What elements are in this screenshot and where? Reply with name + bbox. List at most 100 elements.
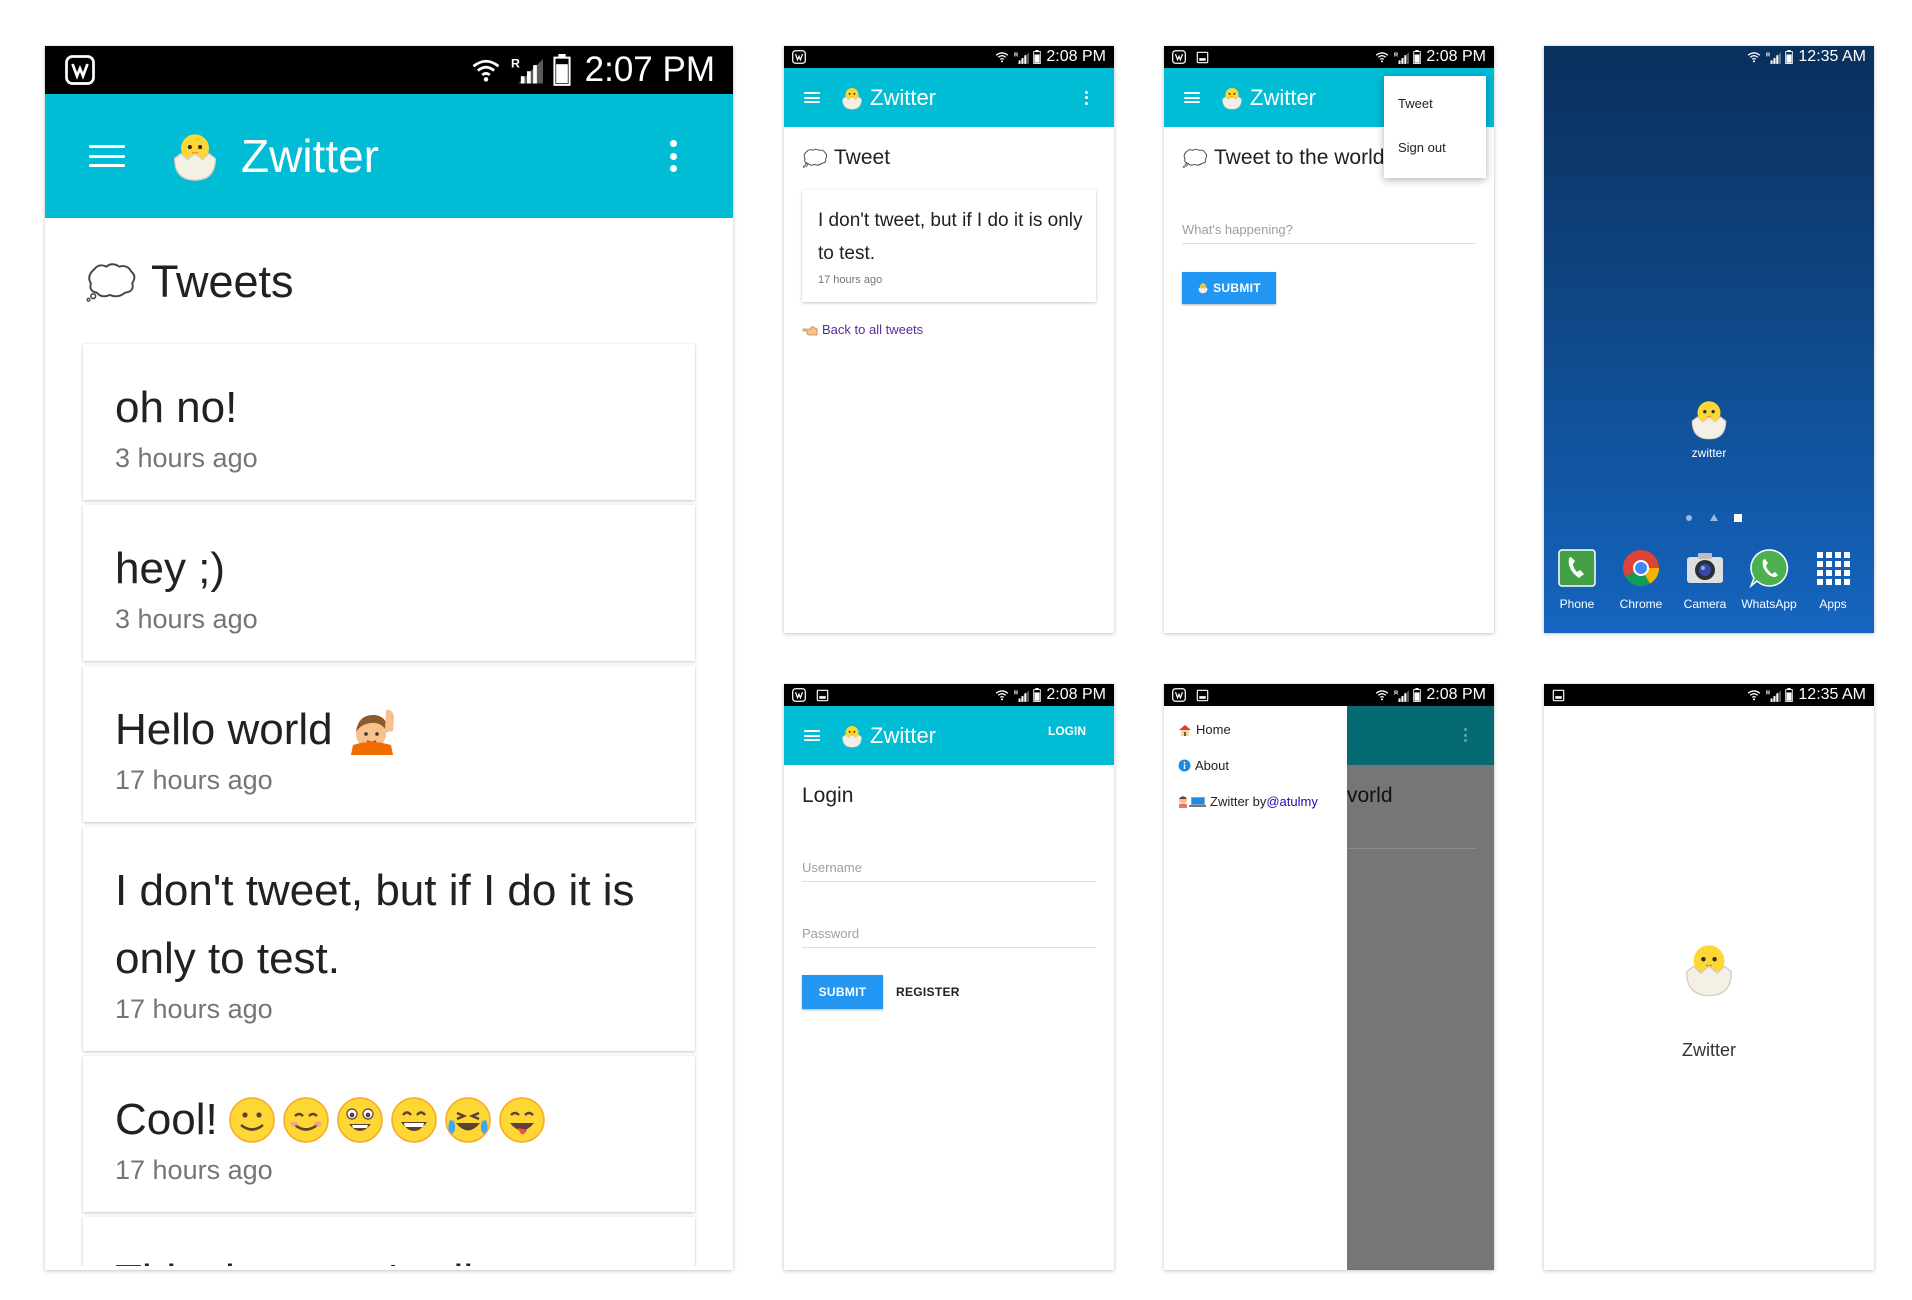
status-bar: 2:08 PM bbox=[784, 46, 1114, 68]
status-bar: 2:08 PM bbox=[1164, 684, 1494, 706]
app-toolbar: Zwitter LOGIN bbox=[784, 706, 1114, 765]
wifi-icon bbox=[995, 689, 1009, 701]
tweet-time: 17 hours ago bbox=[115, 765, 273, 795]
battery-icon bbox=[1033, 50, 1041, 64]
menu-item-sign-out[interactable]: Sign out bbox=[1398, 140, 1446, 155]
chick-logo-icon bbox=[1688, 396, 1730, 442]
tweet-card[interactable]: oh no! 3 hours ago bbox=[83, 344, 695, 500]
app-notification-icon bbox=[792, 50, 806, 64]
dimmed-toolbar bbox=[1347, 706, 1494, 765]
overflow-menu-icon bbox=[1464, 728, 1468, 742]
dock-whatsapp[interactable]: WhatsApp bbox=[1739, 548, 1799, 611]
drawer-item-home[interactable]: Home bbox=[1178, 722, 1231, 737]
drawer-item-label: About bbox=[1195, 758, 1229, 773]
tweet-card[interactable]: hey ;) 3 hours ago bbox=[83, 505, 695, 661]
phone-screen-single-tweet: 2:08 PM Zwitter Tweet I don't tweet, but… bbox=[784, 46, 1114, 633]
tweet-time: 3 hours ago bbox=[115, 443, 258, 473]
tweet-card[interactable]: This data won't wil bbox=[83, 1217, 695, 1270]
login-action-button[interactable]: LOGIN bbox=[1048, 724, 1086, 738]
drawer-scrim[interactable]: vorld bbox=[1347, 706, 1494, 1270]
signal-icon bbox=[1766, 689, 1781, 702]
register-button[interactable]: REGISTER bbox=[896, 975, 960, 1009]
menu-item-tweet[interactable]: Tweet bbox=[1398, 96, 1433, 111]
tweet-card[interactable]: I don't tweet, but if I do it is only to… bbox=[83, 827, 695, 1051]
drawer-item-label: Home bbox=[1196, 722, 1231, 737]
dock-camera[interactable]: Camera bbox=[1675, 548, 1735, 611]
app-title: Zwitter bbox=[1250, 84, 1316, 110]
phone-screen-tweets-list: 2:07 PM Zwitter Tweets oh no! 3 hours ag… bbox=[45, 46, 733, 1270]
info-icon bbox=[1178, 759, 1191, 772]
status-bar: 2:07 PM bbox=[45, 46, 733, 94]
battery-icon bbox=[1413, 688, 1421, 702]
tweet-input[interactable]: What's happening? bbox=[1182, 222, 1476, 244]
app-title: Zwitter bbox=[870, 84, 936, 110]
hamburger-menu-icon[interactable] bbox=[804, 92, 820, 103]
battery-icon bbox=[553, 54, 571, 86]
pointing-hand-icon bbox=[802, 325, 818, 335]
status-time: 2:07 PM bbox=[584, 50, 715, 89]
screenshot-collage: 2:07 PM Zwitter Tweets oh no! 3 hours ag… bbox=[0, 0, 1912, 1300]
tweet-text: Hello world bbox=[115, 705, 333, 754]
battery-icon bbox=[1785, 688, 1793, 702]
page-heading: Login bbox=[802, 784, 854, 807]
dimmed-heading: vorld bbox=[1347, 784, 1393, 807]
tweet-time: 3 hours ago bbox=[115, 604, 258, 634]
page-heading-text: Tweets bbox=[151, 256, 294, 307]
battery-icon bbox=[1033, 688, 1041, 702]
phone-screen-login: 2:08 PM Zwitter LOGIN Login Username Pas… bbox=[784, 684, 1114, 1270]
chick-logo-icon bbox=[169, 128, 221, 184]
tweet-text: oh no! bbox=[115, 383, 238, 432]
app-title: Zwitter bbox=[870, 722, 936, 748]
splash-app-name: Zwitter bbox=[1682, 1040, 1736, 1060]
dock-apps[interactable]: Apps bbox=[1803, 548, 1863, 611]
page-heading: Tweets bbox=[85, 256, 294, 308]
app-notification-icon bbox=[792, 688, 806, 702]
app-shortcut-label: zwitter bbox=[1691, 446, 1727, 460]
chick-icon bbox=[1197, 282, 1209, 294]
drawer-item-about[interactable]: About bbox=[1178, 758, 1229, 773]
page-heading-text: Tweet to the world bbox=[1214, 146, 1384, 169]
tweet-text: I don't tweet, but if I do it is only to… bbox=[818, 210, 1083, 264]
phone-home-screen: 12:35 AM zwitter Phone Chrome Camera Wha… bbox=[1544, 46, 1874, 633]
page-heading: Tweet to the world bbox=[1182, 146, 1384, 170]
signal-icon bbox=[1766, 51, 1781, 64]
tweet-card[interactable]: I don't tweet, but if I do it is only to… bbox=[802, 190, 1096, 302]
hamburger-menu-icon[interactable] bbox=[804, 730, 820, 741]
dock-chrome[interactable]: Chrome bbox=[1611, 548, 1671, 611]
smiley-emoji-row-icon bbox=[228, 1097, 545, 1143]
wifi-icon bbox=[1375, 51, 1389, 63]
submit-tweet-button[interactable]: SUBMIT bbox=[1182, 272, 1276, 304]
chick-logo-icon bbox=[840, 85, 864, 111]
dock-label: WhatsApp bbox=[1741, 597, 1797, 611]
overflow-menu-icon[interactable] bbox=[669, 140, 677, 172]
speech-bubble-icon bbox=[802, 148, 828, 168]
screenshot-notification-icon bbox=[816, 689, 829, 702]
hamburger-menu-icon[interactable] bbox=[89, 145, 125, 167]
zwitter-app-shortcut[interactable]: zwitter bbox=[1679, 396, 1739, 460]
tweet-text: I don't tweet, but if I do it is only to… bbox=[115, 866, 635, 983]
tweet-card[interactable]: Cool! 17 hours ago bbox=[83, 1056, 695, 1212]
overflow-menu-popup: Tweet Sign out bbox=[1384, 76, 1486, 178]
apps-grid-icon bbox=[1817, 552, 1850, 585]
tweet-card[interactable]: Hello world 17 hours ago bbox=[83, 666, 695, 822]
app-toolbar: Zwitter bbox=[784, 68, 1114, 127]
password-field[interactable]: Password bbox=[802, 926, 1096, 948]
signal-icon bbox=[511, 56, 543, 84]
overflow-menu-icon[interactable] bbox=[1084, 90, 1088, 105]
back-to-all-tweets-link[interactable]: Back to all tweets bbox=[802, 322, 923, 337]
app-title: Zwitter bbox=[241, 130, 379, 182]
page-indicator bbox=[1682, 512, 1742, 522]
app-toolbar: Zwitter bbox=[45, 94, 733, 218]
phone-splash-screen: 12:35 AM Zwitter bbox=[1544, 684, 1874, 1270]
camera-app-icon bbox=[1687, 553, 1723, 583]
tweet-time: 17 hours ago bbox=[115, 1155, 273, 1185]
wifi-icon bbox=[471, 56, 501, 84]
signal-icon bbox=[1394, 51, 1409, 64]
submit-button[interactable]: SUBMIT bbox=[802, 975, 883, 1009]
hamburger-menu-icon[interactable] bbox=[1184, 92, 1200, 103]
drawer-credit: Zwitter by @atulmy bbox=[1178, 794, 1318, 809]
username-field[interactable]: Username bbox=[802, 860, 1096, 882]
author-link[interactable]: @atulmy bbox=[1266, 794, 1318, 809]
dock-phone[interactable]: Phone bbox=[1547, 548, 1607, 611]
battery-icon bbox=[1413, 50, 1421, 64]
